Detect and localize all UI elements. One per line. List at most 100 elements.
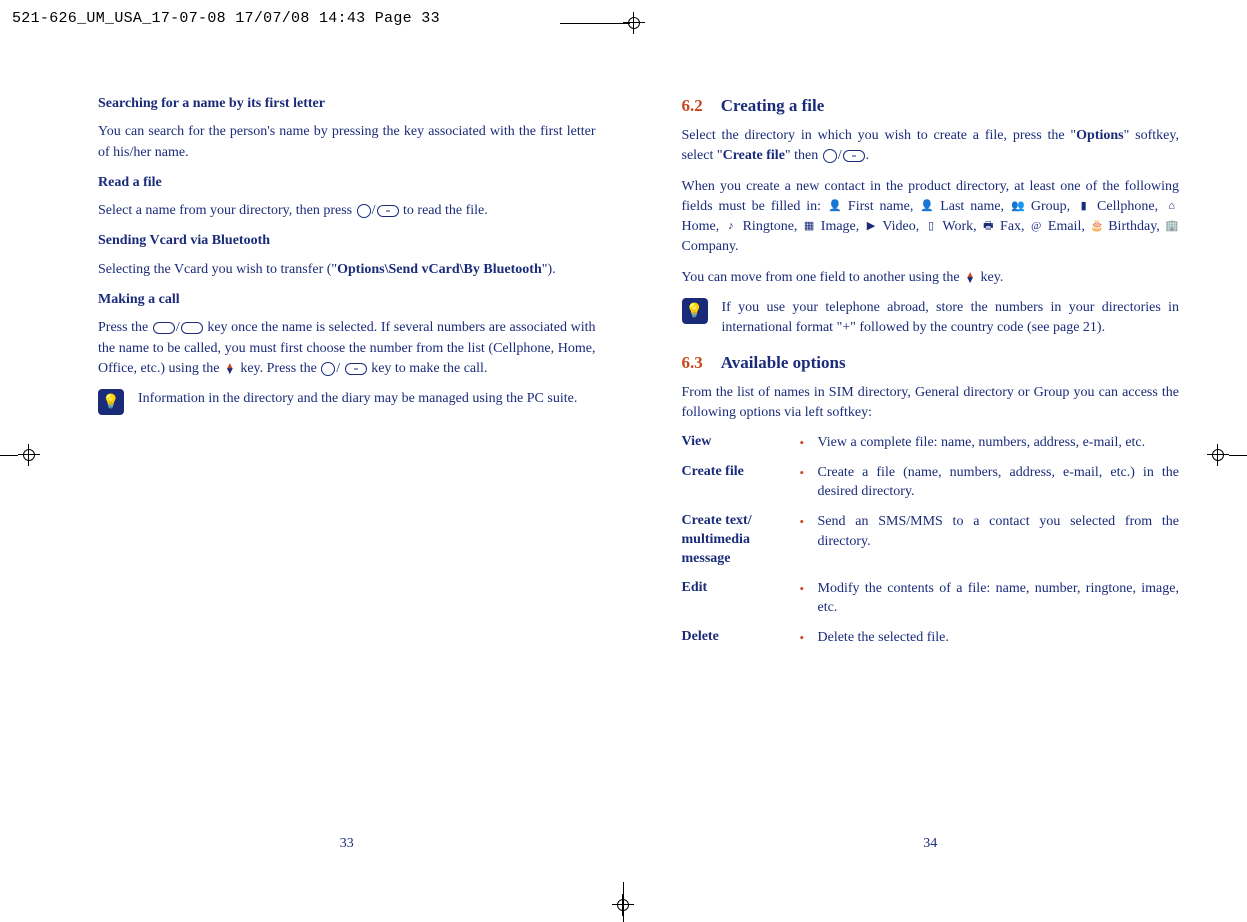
text-fragment: Selecting the Vcard you wish to transfer… [98,262,337,277]
body-text: Press the / key once the name is selecte… [98,318,596,379]
text-fragment: Group, [1025,199,1076,214]
section-title: Available options [721,353,846,372]
text-fragment: Email, [1044,219,1089,234]
text-fragment: "). [542,262,556,277]
registration-mark [623,12,645,34]
text-fragment: Fax, [996,219,1029,234]
section-number: 6.2 [682,96,703,115]
company-icon: 🏢 [1165,220,1178,233]
crop-mark [0,455,18,456]
tip-lightbulb-icon: 💡 [98,389,124,415]
heading-making-call: Making a call [98,290,596,310]
text-fragment: Video, [878,219,923,234]
option-row: Create file • Create a file (name, numbe… [682,463,1180,502]
registration-mark [1207,444,1229,466]
image-icon: ▦ [803,220,816,233]
tip-callout: 💡 If you use your telephone abroad, stor… [682,298,1180,339]
call-key-icon [153,322,175,334]
body-text: You can search for the person's name by … [98,122,596,163]
print-header: 521-626_UM_USA_17-07-08 17/07/08 14:43 P… [12,10,440,27]
text-fragment-bold: Create file [723,148,785,163]
crop-mark [623,882,624,922]
text-fragment: You can move from one field to another u… [682,270,964,285]
bullet-icon: • [800,433,808,453]
option-term: View [682,433,790,452]
option-desc: Modify the contents of a file: name, num… [818,579,1180,618]
call-key-icon [181,322,203,334]
softkey-oval-icon [843,150,865,162]
person-icon: 👤 [920,200,933,213]
bullet-icon: • [800,463,808,483]
nav-arrows-icon: ▲▼ [225,364,235,374]
text-fragment: key. [981,270,1004,285]
text-fragment-bold: Options [1076,128,1123,143]
tip-lightbulb-icon: 💡 [682,298,708,324]
body-text: Select the directory in which you wish t… [682,126,1180,167]
home-icon: ⌂ [1165,200,1178,213]
text-fragment: to read the file. [403,203,488,218]
option-term: Create text/ multimedia message [682,512,790,569]
group-icon: 👥 [1011,200,1024,213]
option-desc: Create a file (name, numbers, address, e… [818,463,1180,502]
person-icon: 👤 [828,200,841,213]
text-fragment: Home, [682,219,724,234]
text-fragment: Select a name from your directory, then … [98,203,356,218]
text-fragment: key. Press the [240,361,320,376]
text-fragment: Ringtone, [738,219,801,234]
page-right: 6.2 Creating a file Select the directory… [674,80,1188,872]
option-row: View • View a complete file: name, numbe… [682,433,1180,453]
tip-callout: 💡 Information in the directory and the d… [98,389,596,415]
option-term: Create file [682,463,790,482]
softkey-circle-icon [321,362,335,376]
text-fragment: Select the directory in which you wish t… [682,128,1077,143]
heading-search-name: Searching for a name by its first letter [98,94,596,114]
page-number: 34 [923,836,937,852]
bullet-icon: • [800,579,808,599]
video-icon: ▶ [864,220,877,233]
crop-mark [560,23,630,24]
ringtone-icon: ♪ [724,220,737,233]
body-text: When you create a new contact in the pro… [682,177,1180,258]
text-fragment: Last name, [934,199,1010,214]
birthday-icon: 🎂 [1090,220,1103,233]
softkey-oval-icon [345,363,367,375]
option-row: Edit • Modify the contents of a file: na… [682,579,1180,618]
option-desc: Send an SMS/MMS to a contact you selecte… [818,512,1180,551]
bullet-icon: • [800,628,808,648]
option-row: Delete • Delete the selected file. [682,628,1180,648]
tip-text: Information in the directory and the dia… [138,389,596,415]
section-number: 6.3 [682,353,703,372]
text-fragment: Company. [682,239,739,254]
fax-icon: 🖶 [982,220,995,233]
work-icon: ▯ [924,220,937,233]
page-number: 33 [340,836,354,852]
option-desc: View a complete file: name, numbers, add… [818,433,1180,453]
option-term: Edit [682,579,790,598]
page-spread: Searching for a name by its first letter… [90,80,1187,872]
softkey-oval-icon [377,205,399,217]
text-fragment: Cellphone, [1091,199,1164,214]
heading-send-vcard: Sending Vcard via Bluetooth [98,231,596,251]
softkey-circle-icon [357,204,371,218]
text-fragment: First name, [842,199,919,214]
crop-mark [1229,455,1247,456]
cellphone-icon: ▮ [1077,200,1090,213]
option-row: Create text/ multimedia message • Send a… [682,512,1180,569]
text-fragment: key to make the call. [371,361,487,376]
body-text: You can move from one field to another u… [682,268,1180,288]
text-fragment: Birthday, [1104,219,1164,234]
email-icon: @ [1030,220,1043,233]
text-fragment: Work, [938,219,980,234]
tip-text: If you use your telephone abroad, store … [722,298,1180,339]
nav-arrows-icon: ▲▼ [965,273,975,283]
text-fragment: Press the [98,320,152,335]
bullet-icon: • [800,512,808,532]
body-text: Selecting the Vcard you wish to transfer… [98,260,596,280]
text-fragment: " then [785,148,822,163]
section-title: Creating a file [721,96,825,115]
section-heading: 6.2 Creating a file [682,96,1180,116]
option-term: Delete [682,628,790,647]
heading-read-file: Read a file [98,173,596,193]
body-text: From the list of names in SIM directory,… [682,383,1180,424]
softkey-circle-icon [823,149,837,163]
